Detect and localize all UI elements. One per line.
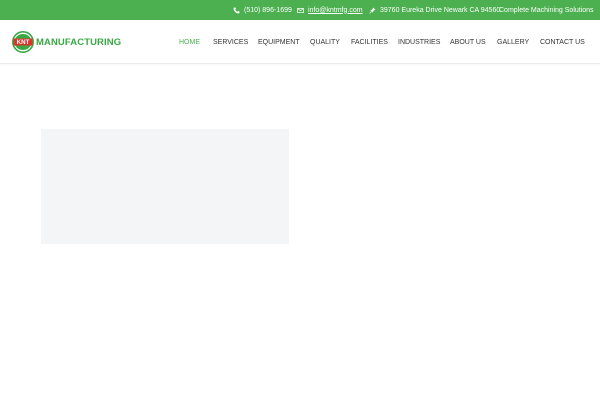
top-contact-bar: (510) 896-1699 info@kntmfg.com 39760 Eur…	[0, 0, 600, 20]
main-nav: HOME SERVICES EQUIPMENT QUALITY FACILITI…	[0, 20, 600, 64]
address-contact: 39760 Eureka Drive Newark CA 94560	[369, 0, 500, 20]
tagline: Complete Machining Solutions	[499, 0, 594, 20]
phone-contact[interactable]: (510) 896-1699	[233, 0, 292, 20]
address-text: 39760 Eureka Drive Newark CA 94560	[380, 6, 501, 14]
mail-icon	[297, 7, 304, 14]
nav-item-facilities[interactable]: FACILITIES	[351, 20, 388, 64]
email-contact[interactable]: info@kntmfg.com	[297, 0, 363, 20]
content-image-placeholder	[41, 129, 289, 244]
nav-item-quality[interactable]: QUALITY	[310, 20, 340, 64]
nav-item-services[interactable]: SERVICES	[213, 20, 248, 64]
phone-text: (510) 896-1699	[244, 6, 292, 14]
phone-icon	[233, 7, 240, 14]
nav-item-home[interactable]: HOME	[179, 20, 200, 64]
nav-item-contact-us[interactable]: CONTACT US	[540, 20, 585, 64]
nav-item-equipment[interactable]: EQUIPMENT	[258, 20, 300, 64]
nav-item-about-us[interactable]: ABOUT US	[450, 20, 486, 64]
tagline-text: Complete Machining Solutions	[499, 6, 594, 14]
pin-icon	[369, 7, 376, 14]
email-link[interactable]: info@kntmfg.com	[308, 7, 363, 14]
site-header: KNT MANUFACTURING HOME SERVICES EQUIPMEN…	[0, 20, 600, 64]
nav-item-industries[interactable]: INDUSTRIES	[398, 20, 440, 64]
nav-item-gallery[interactable]: GALLERY	[497, 20, 529, 64]
